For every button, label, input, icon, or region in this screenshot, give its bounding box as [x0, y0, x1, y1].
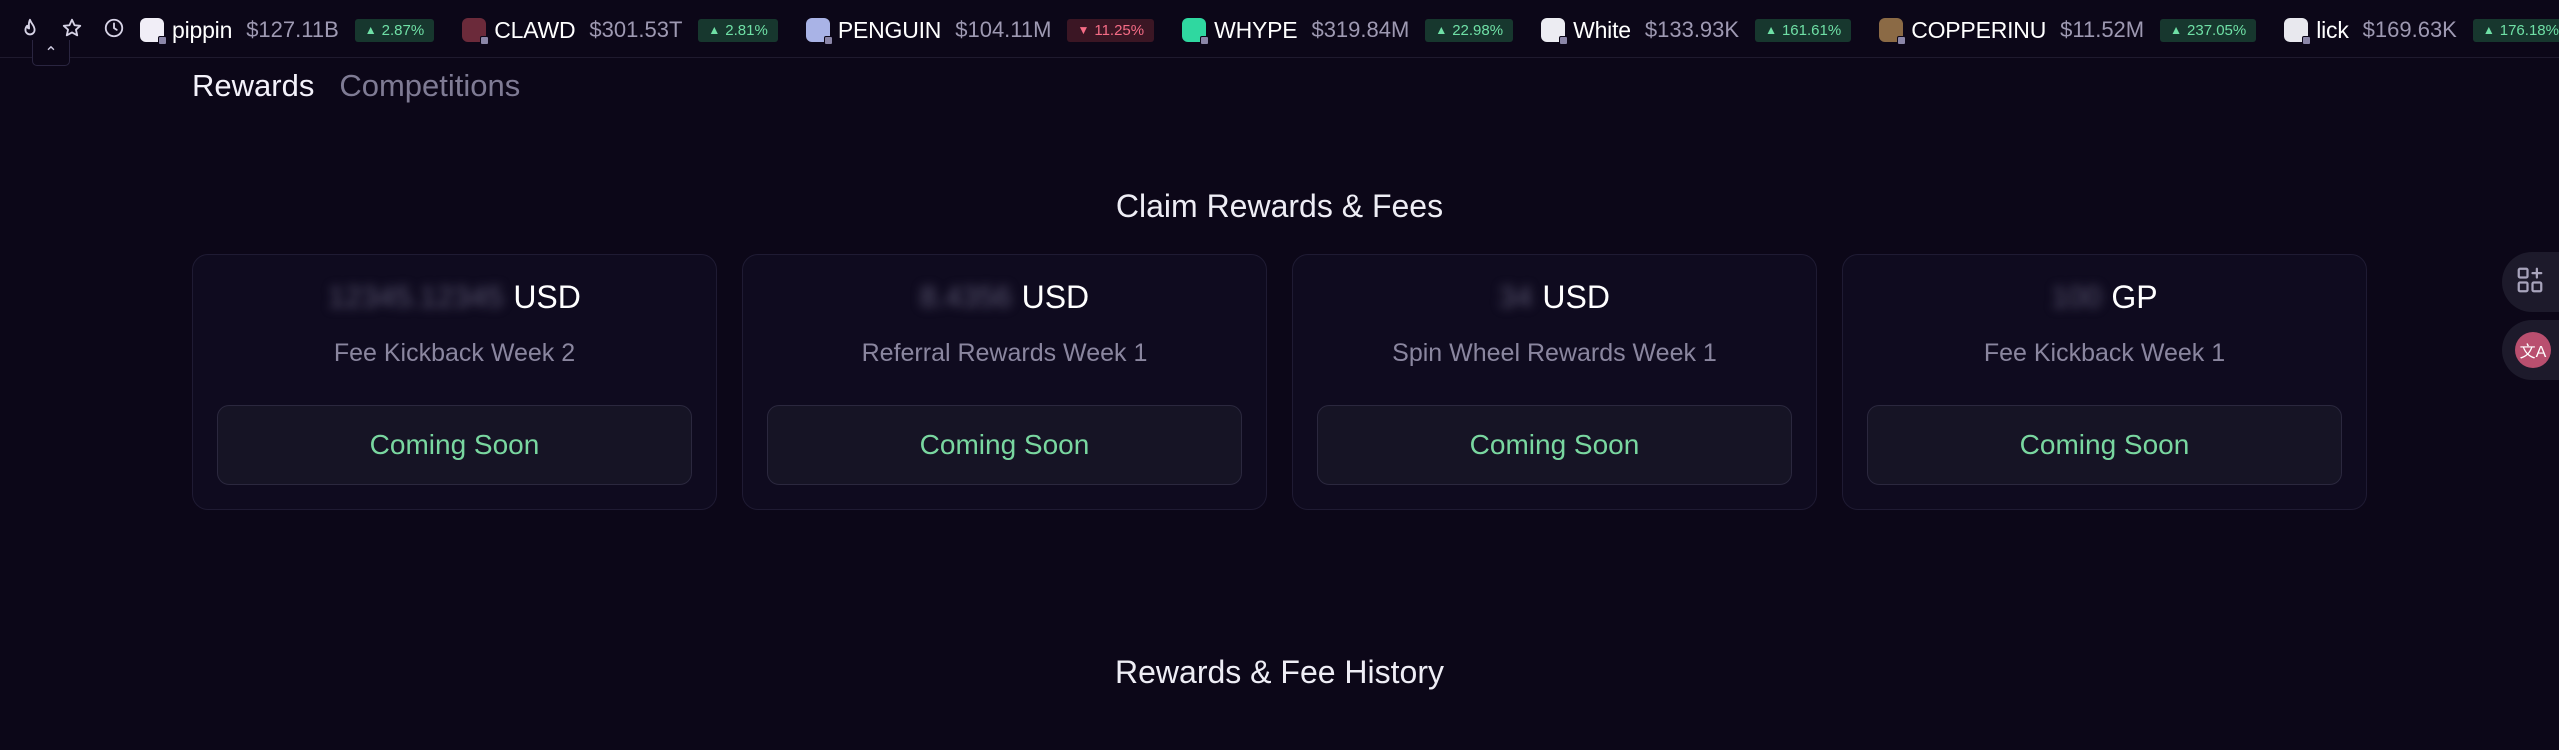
coming-soon-button[interactable]: Coming Soon: [1867, 405, 2342, 485]
triangle-up-icon: ▲: [2170, 23, 2183, 37]
ticker-item[interactable]: PENGUIN $104.11M ▼ 11.25%: [805, 10, 1155, 50]
card-label: Fee Kickback Week 1: [1983, 339, 2226, 367]
triangle-up-icon: ▲: [2482, 23, 2495, 37]
chain-badge-icon: [1559, 36, 1569, 45]
translate-icon: 文A: [2515, 332, 2551, 368]
price-change-badge: ▲ 2.87%: [354, 18, 435, 42]
claim-section-title: Claim Rewards & Fees: [1115, 188, 1444, 224]
token-symbol: WHYPE: [1214, 16, 1298, 43]
card-label: Spin Wheel Rewards Week 1: [1392, 339, 1717, 367]
price-change-badge: ▲ 2.81%: [698, 18, 778, 42]
card-amount: 100 GP: [1843, 279, 2366, 316]
price-change-value: 176.18%: [2499, 21, 2559, 39]
card-amount: 12345.12345 USD: [193, 279, 716, 316]
token-symbol: CLAWD: [494, 16, 576, 43]
reward-card: 100 GP Fee Kickback Week 1 Coming Soon: [1842, 254, 2367, 510]
price-change-value: 2.81%: [725, 21, 768, 39]
token-price: $133.93K: [1644, 17, 1740, 42]
price-change-value: 11.25%: [1094, 21, 1145, 39]
triangle-up-icon: ▲: [364, 23, 377, 37]
price-change-value: 161.61%: [1781, 21, 1842, 39]
token-logo-icon: [462, 18, 490, 45]
tabs: Rewards Competitions: [192, 68, 520, 104]
token-symbol: PENGUIN: [837, 16, 942, 43]
triangle-up-icon: ▲: [1765, 23, 1777, 37]
chain-badge-icon: [823, 36, 833, 45]
token-logo-icon: [1182, 18, 1210, 45]
card-amount: 8.4356 USD: [743, 279, 1266, 316]
price-change-value: 22.98%: [1452, 21, 1504, 39]
price-change-badge: ▲ 22.98%: [1425, 18, 1514, 42]
tab-rewards[interactable]: Rewards: [192, 68, 314, 104]
chevron-up-icon: ⌃: [44, 44, 58, 62]
amount-value: 100: [2051, 280, 2102, 314]
ticker-bar: pippin $127.11B ▲ 2.87% CLAWD $301.53T ▲ 2.81% P…: [0, 0, 2559, 58]
coming-soon-button[interactable]: Coming Soon: [1317, 405, 1792, 485]
reward-card: 8.4356 USD Referral Rewards Week 1 Comin…: [742, 254, 1267, 510]
chain-badge-icon: [1200, 36, 1210, 45]
token-logo-icon: [1541, 18, 1569, 45]
token-price: $11.52M: [2060, 17, 2145, 42]
triangle-up-icon: ▲: [708, 23, 721, 37]
card-amount: 34 USD: [1293, 279, 1816, 316]
price-change-badge: ▲ 176.18%: [2472, 18, 2559, 42]
reward-cards: 12345.12345 USD Fee Kickback Week 2 Comi…: [192, 254, 2367, 510]
token-symbol: lick: [2316, 16, 2349, 43]
amount-value: 12345.12345: [328, 280, 504, 314]
ticker-item[interactable]: COPPERINU $11.52M ▲ 237.05%: [1879, 10, 2257, 50]
token-logo-icon: [140, 18, 167, 45]
amount-unit: USD: [1542, 279, 1610, 315]
chain-badge-icon: [158, 36, 167, 45]
ticker-item[interactable]: CLAWD $301.53T ▲ 2.81%: [462, 10, 778, 50]
ticker-item[interactable]: WHYPE $319.84M ▲ 22.98%: [1182, 10, 1514, 50]
price-change-value: 237.05%: [2187, 21, 2247, 39]
collapse-ticker-button[interactable]: ⌃: [32, 40, 70, 66]
amount-value: 34: [1499, 280, 1533, 314]
triangle-down-icon: ▼: [1077, 23, 1090, 37]
card-label: Fee Kickback Week 2: [333, 339, 576, 367]
history-section-title: Rewards & Fee History: [1115, 654, 1444, 690]
tab-competitions[interactable]: Competitions: [339, 68, 520, 104]
token-symbol: pippin: [172, 16, 233, 43]
token-price: $169.63K: [2362, 17, 2457, 42]
apps-add-icon: [2515, 265, 2545, 300]
ticker-toolbar: [18, 16, 126, 40]
amount-value: 8.4356: [919, 280, 1012, 314]
amount-unit: USD: [513, 279, 581, 315]
chain-badge-icon: [2302, 36, 2312, 45]
star-icon[interactable]: [60, 16, 84, 40]
coming-soon-button[interactable]: Coming Soon: [217, 405, 692, 485]
translate-button[interactable]: 文A: [2502, 320, 2559, 380]
price-change-badge: ▼ 11.25%: [1067, 18, 1155, 42]
ticker-item[interactable]: pippin $127.11B ▲ 2.87%: [140, 10, 435, 50]
chain-badge-icon: [1897, 36, 1907, 45]
reward-card: 34 USD Spin Wheel Rewards Week 1 Coming …: [1292, 254, 1817, 510]
token-price: $127.11B: [246, 17, 339, 42]
fire-icon[interactable]: [18, 16, 42, 40]
price-change-value: 2.87%: [381, 21, 425, 39]
triangle-up-icon: ▲: [1435, 23, 1448, 37]
ticker-item[interactable]: lick $169.63K ▲ 176.18%: [2284, 10, 2559, 50]
token-logo-icon: [805, 18, 833, 45]
reward-card: 12345.12345 USD Fee Kickback Week 2 Comi…: [192, 254, 717, 510]
card-label: Referral Rewards Week 1: [861, 339, 1148, 367]
coming-soon-button[interactable]: Coming Soon: [767, 405, 1242, 485]
apps-button[interactable]: [2502, 252, 2559, 312]
clock-icon[interactable]: [102, 16, 126, 40]
token-logo-icon: [2284, 18, 2312, 45]
amount-unit: GP: [2111, 279, 2158, 315]
token-price: $301.53T: [589, 17, 683, 42]
price-change-badge: ▲ 237.05%: [2160, 18, 2257, 42]
amount-unit: USD: [1021, 279, 1090, 315]
price-change-badge: ▲ 161.61%: [1755, 18, 1852, 42]
token-logo-icon: [1879, 18, 1907, 45]
token-price: $104.11M: [955, 17, 1052, 42]
chain-badge-icon: [480, 36, 490, 45]
ticker-item[interactable]: White $133.93K ▲ 161.61%: [1541, 10, 1852, 50]
ticker-list: pippin $127.11B ▲ 2.87% CLAWD $301.53T ▲ 2.81% P…: [140, 10, 2559, 50]
token-price: $319.84M: [1311, 17, 1410, 42]
token-symbol: White: [1573, 16, 1631, 43]
token-symbol: COPPERINU: [1911, 16, 2047, 43]
